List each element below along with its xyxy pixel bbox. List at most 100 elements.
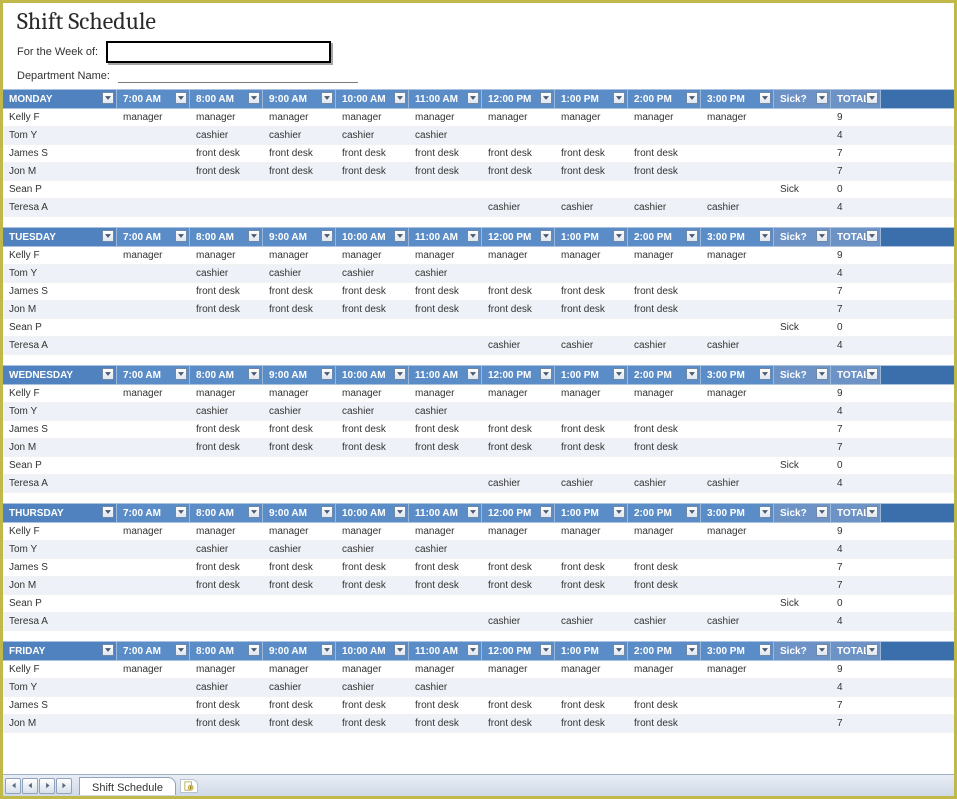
filter-dropdown-icon[interactable] bbox=[321, 92, 333, 104]
shift-cell[interactable]: front desk bbox=[482, 304, 555, 315]
shift-cell[interactable]: front desk bbox=[628, 580, 701, 591]
time-column-header[interactable]: 10:00 AM bbox=[336, 228, 409, 246]
shift-cell[interactable]: manager bbox=[190, 250, 263, 261]
shift-cell[interactable]: front desk bbox=[482, 562, 555, 573]
sick-cell[interactable]: Sick bbox=[774, 598, 831, 609]
shift-cell[interactable]: cashier bbox=[555, 616, 628, 627]
sick-column-header[interactable]: Sick? bbox=[774, 504, 831, 522]
filter-dropdown-icon[interactable] bbox=[759, 230, 771, 242]
time-column-header[interactable]: 12:00 PM bbox=[482, 228, 555, 246]
shift-cell[interactable]: cashier bbox=[482, 478, 555, 489]
shift-cell[interactable]: cashier bbox=[628, 340, 701, 351]
shift-cell[interactable]: manager bbox=[336, 526, 409, 537]
filter-dropdown-icon[interactable] bbox=[102, 506, 114, 518]
filter-dropdown-icon[interactable] bbox=[102, 644, 114, 656]
time-column-header[interactable]: 3:00 PM bbox=[701, 228, 774, 246]
shift-cell[interactable]: front desk bbox=[409, 718, 482, 729]
filter-dropdown-icon[interactable] bbox=[467, 230, 479, 242]
shift-cell[interactable]: manager bbox=[628, 250, 701, 261]
shift-cell[interactable]: front desk bbox=[482, 148, 555, 159]
filter-dropdown-icon[interactable] bbox=[613, 506, 625, 518]
new-sheet-button[interactable] bbox=[180, 779, 198, 793]
shift-cell[interactable]: front desk bbox=[190, 580, 263, 591]
filter-dropdown-icon[interactable] bbox=[467, 92, 479, 104]
sick-cell[interactable]: Sick bbox=[774, 322, 831, 333]
shift-cell[interactable]: front desk bbox=[263, 562, 336, 573]
shift-cell[interactable]: manager bbox=[336, 112, 409, 123]
time-column-header[interactable]: 7:00 AM bbox=[117, 642, 190, 660]
nav-prev-button[interactable] bbox=[22, 778, 38, 794]
time-column-header[interactable]: 8:00 AM bbox=[190, 228, 263, 246]
filter-dropdown-icon[interactable] bbox=[686, 368, 698, 380]
shift-cell[interactable]: manager bbox=[409, 388, 482, 399]
filter-dropdown-icon[interactable] bbox=[248, 92, 260, 104]
sheet-tab[interactable]: Shift Schedule bbox=[79, 777, 176, 795]
time-column-header[interactable]: 3:00 PM bbox=[701, 90, 774, 108]
shift-cell[interactable]: manager bbox=[117, 250, 190, 261]
shift-cell[interactable]: manager bbox=[190, 664, 263, 675]
shift-cell[interactable]: manager bbox=[701, 112, 774, 123]
shift-cell[interactable]: manager bbox=[701, 388, 774, 399]
shift-cell[interactable]: front desk bbox=[409, 166, 482, 177]
filter-dropdown-icon[interactable] bbox=[816, 368, 828, 380]
filter-dropdown-icon[interactable] bbox=[759, 368, 771, 380]
shift-cell[interactable]: front desk bbox=[336, 442, 409, 453]
filter-dropdown-icon[interactable] bbox=[102, 368, 114, 380]
time-column-header[interactable]: 2:00 PM bbox=[628, 504, 701, 522]
shift-cell[interactable]: cashier bbox=[555, 478, 628, 489]
sick-column-header[interactable]: Sick? bbox=[774, 228, 831, 246]
shift-cell[interactable]: front desk bbox=[263, 148, 336, 159]
shift-cell[interactable]: cashier bbox=[701, 616, 774, 627]
shift-cell[interactable]: front desk bbox=[409, 424, 482, 435]
shift-cell[interactable]: front desk bbox=[628, 166, 701, 177]
shift-cell[interactable]: manager bbox=[336, 664, 409, 675]
shift-cell[interactable]: front desk bbox=[336, 304, 409, 315]
sick-column-header[interactable]: Sick? bbox=[774, 366, 831, 384]
filter-dropdown-icon[interactable] bbox=[866, 506, 878, 518]
filter-dropdown-icon[interactable] bbox=[394, 506, 406, 518]
filter-dropdown-icon[interactable] bbox=[540, 230, 552, 242]
shift-cell[interactable]: manager bbox=[409, 664, 482, 675]
filter-dropdown-icon[interactable] bbox=[816, 230, 828, 242]
shift-cell[interactable]: front desk bbox=[628, 442, 701, 453]
day-name-header[interactable]: FRIDAY bbox=[3, 642, 117, 660]
shift-cell[interactable]: manager bbox=[263, 664, 336, 675]
shift-cell[interactable]: front desk bbox=[409, 562, 482, 573]
shift-cell[interactable]: cashier bbox=[263, 406, 336, 417]
shift-cell[interactable]: manager bbox=[409, 526, 482, 537]
filter-dropdown-icon[interactable] bbox=[540, 506, 552, 518]
time-column-header[interactable]: 2:00 PM bbox=[628, 90, 701, 108]
time-column-header[interactable]: 11:00 AM bbox=[409, 504, 482, 522]
shift-cell[interactable]: cashier bbox=[336, 268, 409, 279]
shift-cell[interactable]: front desk bbox=[555, 148, 628, 159]
total-column-header[interactable]: TOTAL bbox=[831, 504, 881, 522]
shift-cell[interactable]: front desk bbox=[482, 580, 555, 591]
total-column-header[interactable]: TOTAL bbox=[831, 90, 881, 108]
shift-cell[interactable]: manager bbox=[117, 526, 190, 537]
sick-cell[interactable]: Sick bbox=[774, 460, 831, 471]
time-column-header[interactable]: 8:00 AM bbox=[190, 504, 263, 522]
shift-cell[interactable]: front desk bbox=[263, 442, 336, 453]
shift-cell[interactable]: manager bbox=[701, 250, 774, 261]
time-column-header[interactable]: 8:00 AM bbox=[190, 366, 263, 384]
filter-dropdown-icon[interactable] bbox=[540, 92, 552, 104]
shift-cell[interactable]: cashier bbox=[482, 202, 555, 213]
time-column-header[interactable]: 9:00 AM bbox=[263, 642, 336, 660]
shift-cell[interactable]: manager bbox=[555, 664, 628, 675]
shift-cell[interactable]: manager bbox=[628, 112, 701, 123]
shift-cell[interactable]: cashier bbox=[409, 406, 482, 417]
day-name-header[interactable]: THURSDAY bbox=[3, 504, 117, 522]
shift-cell[interactable]: manager bbox=[555, 526, 628, 537]
shift-cell[interactable]: cashier bbox=[482, 616, 555, 627]
shift-cell[interactable]: cashier bbox=[190, 406, 263, 417]
time-column-header[interactable]: 8:00 AM bbox=[190, 642, 263, 660]
filter-dropdown-icon[interactable] bbox=[866, 644, 878, 656]
time-column-header[interactable]: 12:00 PM bbox=[482, 504, 555, 522]
shift-cell[interactable]: manager bbox=[555, 112, 628, 123]
shift-cell[interactable]: front desk bbox=[263, 424, 336, 435]
time-column-header[interactable]: 2:00 PM bbox=[628, 642, 701, 660]
filter-dropdown-icon[interactable] bbox=[394, 92, 406, 104]
shift-cell[interactable]: front desk bbox=[263, 286, 336, 297]
shift-cell[interactable]: front desk bbox=[263, 718, 336, 729]
shift-cell[interactable]: manager bbox=[336, 250, 409, 261]
